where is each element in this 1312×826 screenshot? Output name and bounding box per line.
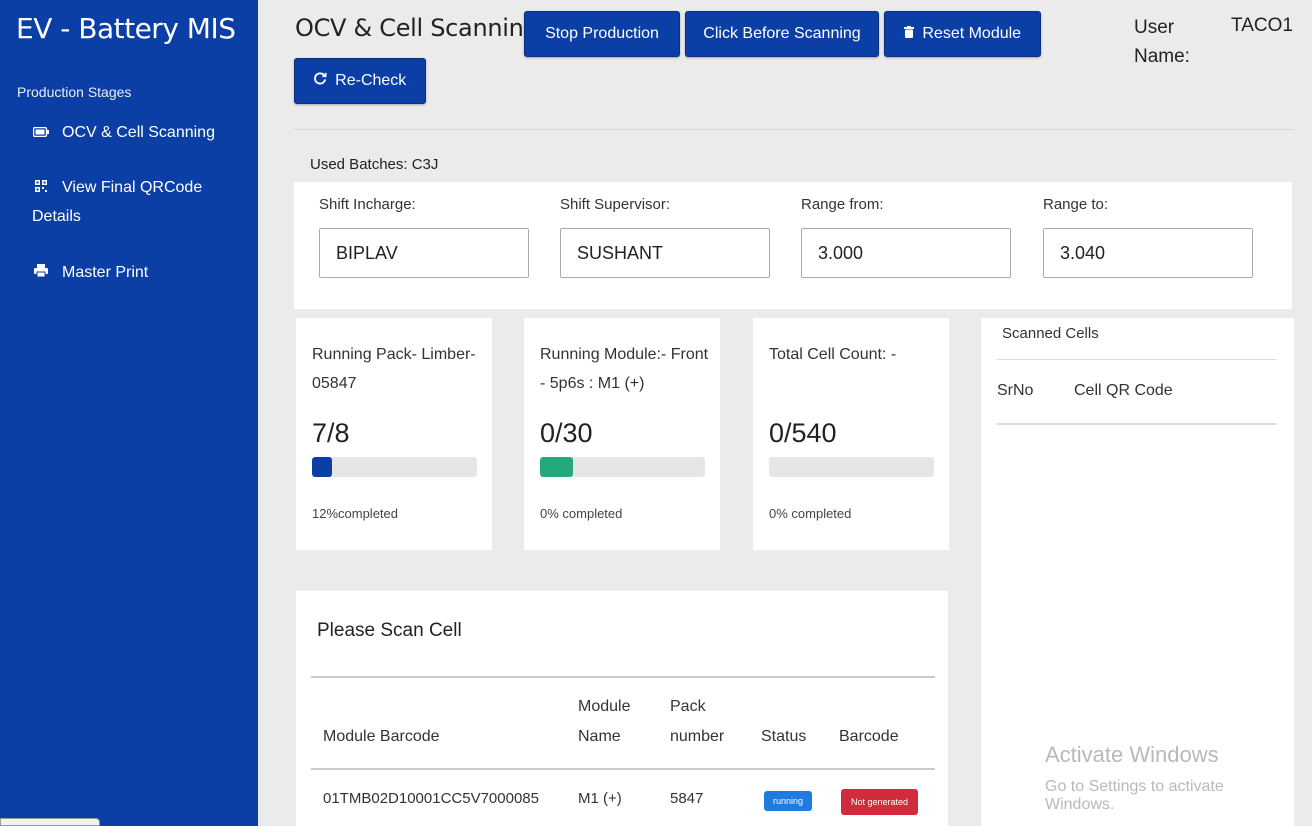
card-title: Running Pack- Limber-05847 [312, 346, 476, 392]
module-name-header: Module Name [578, 698, 631, 745]
battery-icon [32, 118, 50, 147]
brand-title: EV - Battery MIS [16, 12, 236, 45]
stop-production-button[interactable]: Stop Production [524, 11, 680, 57]
reset-module-button[interactable]: Reset Module [884, 11, 1041, 57]
card-count: 0/30 [540, 418, 593, 448]
card-count: 7/8 [312, 418, 350, 448]
click-before-scanning-button[interactable]: Click Before Scanning [685, 11, 879, 57]
refresh-icon [313, 72, 331, 89]
re-check-button[interactable]: Re-Check [294, 58, 426, 104]
divider [311, 768, 935, 770]
scan-cell-panel: Please Scan Cell Module Barcode Module N… [296, 591, 948, 826]
progress-text: 0% completed [540, 506, 623, 521]
range-to-field[interactable]: 3.040 [1043, 228, 1253, 278]
progress-bar [540, 457, 705, 477]
range-to-label: Range to: [1043, 196, 1109, 213]
taskbar-fragment [0, 818, 100, 826]
progress-text: 12%completed [312, 506, 398, 521]
card-count: 0/540 [769, 418, 837, 448]
sidebar: EV - Battery MIS Production Stages OCV &… [0, 0, 258, 826]
cell-qr-code-column-header: Cell QR Code [1074, 382, 1173, 399]
progress-fill [540, 457, 573, 477]
running-module-card: Running Module:- Front - 5p6s : M1 (+) 0… [524, 318, 720, 550]
sidebar-item-master-print[interactable]: Master Print [32, 258, 148, 287]
print-icon [32, 258, 50, 287]
range-from-field[interactable]: 3.000 [801, 228, 1011, 278]
pack-number-header: Pack number [670, 698, 725, 745]
reset-module-label: Reset Module [922, 25, 1022, 42]
scanned-cells-title: Scanned Cells [1002, 325, 1099, 342]
divider [997, 423, 1277, 425]
used-batches: Used Batches: C3J [310, 156, 439, 173]
divider [997, 359, 1277, 360]
module-name-cell: M1 (+) [578, 790, 622, 807]
shift-supervisor-field[interactable]: SUSHANT [560, 228, 770, 278]
running-pack-card: Running Pack- Limber-05847 7/8 12%comple… [296, 318, 492, 550]
module-barcode-header: Module Barcode [323, 728, 440, 745]
module-barcode-cell: 01TMB02D10001CC5V7000085 [323, 790, 539, 807]
range-from-label: Range from: [801, 196, 884, 213]
progress-text: 0% completed [769, 506, 852, 521]
sidebar-item-view-final-qrcode[interactable]: View Final QRCode Details [32, 173, 232, 231]
production-stages-heading: Production Stages [17, 84, 132, 100]
sidebar-item-label: Master Print [62, 264, 149, 281]
srno-column-header: SrNo [997, 382, 1034, 399]
user-name-value: TACO1 [1231, 15, 1293, 36]
card-title: Running Module:- Front - 5p6s : M1 (+) [540, 346, 709, 392]
shift-panel: Shift Incharge: BIPLAV Shift Supervisor:… [294, 182, 1292, 309]
sidebar-item-label: View Final QRCode Details [32, 179, 203, 225]
progress-fill [312, 457, 332, 477]
status-badge: running [764, 791, 812, 811]
barcode-header: Barcode [839, 728, 899, 745]
trash-icon [903, 25, 918, 42]
sidebar-item-label: OCV & Cell Scanning [62, 124, 215, 141]
shift-incharge-field[interactable]: BIPLAV [319, 228, 529, 278]
activate-windows-watermark: Activate Windows [1045, 742, 1219, 767]
status-header: Status [761, 728, 807, 745]
user-name-label: User Name: [1134, 17, 1190, 67]
page-title: OCV & Cell Scanning [295, 14, 539, 42]
card-title: Total Cell Count: - [769, 346, 897, 363]
scanned-cells-panel: Scanned Cells SrNo Cell QR Code Activate… [981, 318, 1294, 826]
qrcode-icon [32, 173, 50, 202]
header-divider [294, 129, 1294, 130]
progress-bar [769, 457, 934, 477]
shift-incharge-label: Shift Incharge: [319, 196, 416, 213]
progress-bar [312, 457, 477, 477]
pack-number-cell: 5847 [670, 790, 704, 807]
sidebar-item-ocv-cell-scanning[interactable]: OCV & Cell Scanning [32, 118, 215, 147]
total-cell-count-card: Total Cell Count: - 0/540 0% completed [753, 318, 949, 550]
re-check-label: Re-Check [335, 72, 407, 89]
barcode-status-badge: Not generated [841, 789, 918, 815]
activate-windows-subtext: Go to Settings to activate Windows. [1045, 778, 1224, 813]
shift-supervisor-label: Shift Supervisor: [560, 196, 671, 213]
divider [311, 676, 935, 678]
please-scan-cell-title: Please Scan Cell [317, 620, 462, 641]
